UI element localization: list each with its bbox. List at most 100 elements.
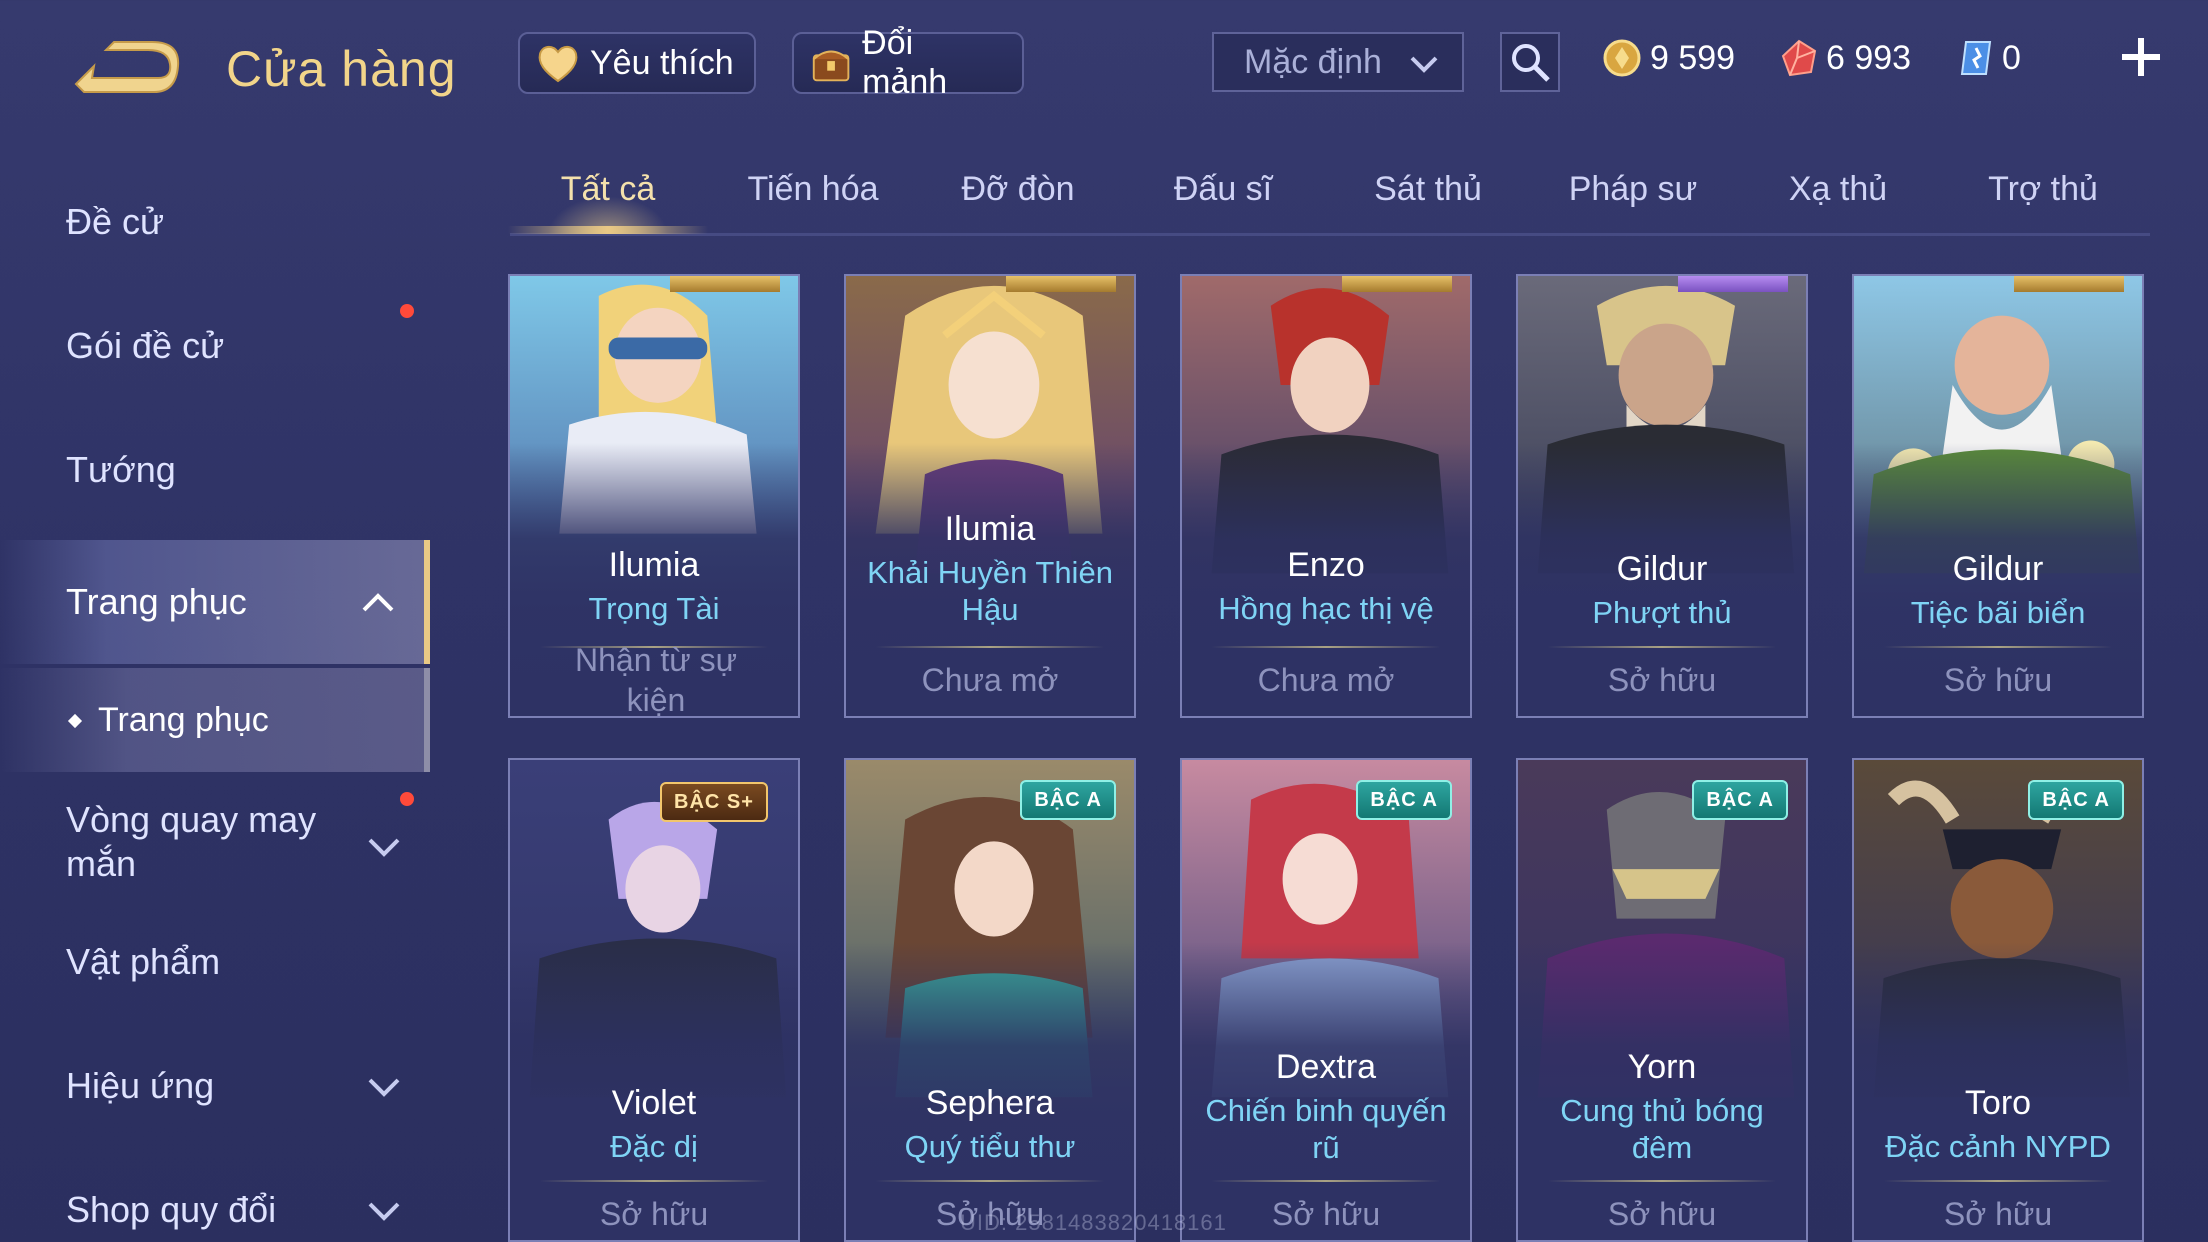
- sidebar-item-label: Vòng quay may mắn: [66, 799, 317, 884]
- hero-name: Gildur: [1952, 550, 2044, 588]
- hero-name: Yorn: [1627, 1048, 1697, 1086]
- skin-name: Khải Huyền Thiên Hậu: [867, 555, 1113, 627]
- tab-marksman[interactable]: Xạ thủ: [1740, 170, 1936, 230]
- gold-currency: 9 599: [1602, 34, 1735, 82]
- sidebar-item-lucky-wheel[interactable]: Vòng quay may mắn: [0, 772, 430, 912]
- search-icon: [1512, 44, 1550, 82]
- tab-fighter[interactable]: Đấu sĩ: [1125, 170, 1321, 230]
- sidebar-item-effects[interactable]: Hiệu ứng: [0, 1024, 430, 1148]
- chevron-down-icon: [1410, 56, 1438, 73]
- voucher-icon: [1960, 41, 1992, 75]
- skin-name: Chiến binh quyến rũ: [1205, 1093, 1447, 1165]
- sidebar-item-label: Đề cử: [66, 201, 165, 242]
- sort-dropdown[interactable]: Mặc định: [1212, 32, 1464, 92]
- ownership-status: Sở hữu: [1607, 662, 1717, 698]
- sidebar-item-label: Tướng: [66, 449, 176, 490]
- top-bar: Cửa hàng Yêu thích Đổi mảnh Mặc định 9 5…: [0, 0, 2208, 130]
- event-ribbon: [1678, 276, 1788, 292]
- tab-evolution[interactable]: Tiến hóa: [715, 170, 911, 230]
- add-currency-plus-icon[interactable]: [2116, 32, 2166, 82]
- search-button[interactable]: [1500, 32, 1560, 92]
- tier-badge: BẬC A: [1020, 780, 1116, 820]
- ruby-amount: 6 993: [1826, 38, 1912, 77]
- sidebar-item-items[interactable]: Vật phẩm: [0, 900, 430, 1024]
- page-title: Cửa hàng: [226, 41, 457, 97]
- tab-assassin[interactable]: Sát thủ: [1330, 170, 1526, 230]
- uid-watermark: UID: 2581483820418161: [960, 1210, 1227, 1235]
- treasure-chest-icon: [812, 50, 850, 82]
- tier-badge: BẬC A: [1356, 780, 1452, 820]
- skin-card[interactable]: Enzo Hồng hạc thị vệ Chưa mở: [1180, 274, 1472, 718]
- event-ribbon: [1342, 276, 1452, 292]
- diamond-bullet-icon: [67, 713, 83, 729]
- ownership-status: Sở hữu: [1943, 1196, 2053, 1232]
- skin-card[interactable]: BẬC A Yorn Cung thủ bóng đêm Sở hữu: [1516, 758, 1808, 1242]
- ownership-status: Chưa mở: [921, 662, 1059, 698]
- skin-name: Phượt thủ: [1592, 595, 1732, 630]
- sidebar-subitem-skins[interactable]: Trang phục: [0, 668, 430, 772]
- skin-card[interactable]: Gildur Phượt thủ Sở hữu: [1516, 274, 1808, 718]
- tier-badge: BẬC S+: [660, 782, 768, 822]
- sidebar-item-heroes[interactable]: Tướng: [0, 408, 430, 532]
- hero-name: Ilumia: [608, 546, 700, 584]
- chevron-down-icon: [368, 838, 400, 857]
- card-divider: [1212, 646, 1440, 648]
- sidebar-item-skins[interactable]: Trang phục: [0, 540, 430, 664]
- skin-card[interactable]: BẬC A Dextra Chiến binh quyến rũ Sở hữu: [1180, 758, 1472, 1242]
- skin-name: Đặc dị: [610, 1129, 698, 1164]
- sidebar-item-label: Hiệu ứng: [66, 1065, 215, 1106]
- tab-tank[interactable]: Đỡ đòn: [920, 170, 1116, 230]
- voucher-amount: 0: [2002, 38, 2021, 77]
- card-divider: [1884, 646, 2112, 648]
- skin-name: Cung thủ bóng đêm: [1560, 1093, 1764, 1165]
- notification-dot: [400, 792, 414, 806]
- tab-support[interactable]: Trợ thủ: [1945, 170, 2141, 230]
- sidebar-item-exchange-shop[interactable]: Shop quy đổi: [0, 1148, 430, 1242]
- gold-coin-icon: [1603, 39, 1641, 77]
- favorite-button[interactable]: Yêu thích: [518, 32, 756, 94]
- ownership-status: Nhận từ sự kiện: [574, 642, 737, 718]
- card-divider: [1212, 1180, 1440, 1182]
- hero-name: Enzo: [1287, 546, 1365, 584]
- back-arrow-icon[interactable]: [62, 36, 180, 106]
- sidebar-item-label: Vật phẩm: [66, 941, 221, 982]
- chevron-down-icon: [368, 1202, 400, 1221]
- ruby-icon: [1781, 39, 1817, 77]
- skin-name: Trọng Tài: [588, 591, 720, 626]
- hero-name: Toro: [1964, 1084, 2032, 1122]
- skin-card[interactable]: BẬC A Sephera Quý tiểu thư Sở hữu: [844, 758, 1136, 1242]
- chevron-down-icon: [368, 1078, 400, 1097]
- exchange-shards-button[interactable]: Đổi mảnh: [792, 24, 1024, 101]
- hero-name: Gildur: [1616, 550, 1708, 588]
- exchange-label: Đổi mảnh: [862, 24, 948, 101]
- active-tab-underline: [508, 226, 708, 234]
- card-divider: [876, 646, 1104, 648]
- ownership-status: Sở hữu: [1943, 662, 2053, 698]
- event-ribbon: [2014, 276, 2124, 292]
- skin-name: Đặc cảnh NYPD: [1885, 1129, 2111, 1164]
- ruby-currency: 6 993: [1780, 34, 1911, 82]
- sidebar-item-featured-bundles[interactable]: Gói đề cử: [0, 284, 430, 408]
- tab-mage[interactable]: Pháp sư: [1535, 170, 1731, 230]
- hero-name: Ilumia: [944, 510, 1036, 548]
- category-tabs: Tất cả Tiến hóa Đỡ đòn Đấu sĩ Sát thủ Ph…: [510, 160, 2150, 236]
- skin-card[interactable]: Ilumia Khải Huyền Thiên Hậu Chưa mở: [844, 274, 1136, 718]
- skin-card[interactable]: BẬC A Toro Đặc cảnh NYPD Sở hữu: [1852, 758, 2144, 1242]
- skin-card[interactable]: Gildur Tiệc bãi biển Sở hữu: [1852, 274, 2144, 718]
- favorite-label: Yêu thích: [590, 43, 734, 82]
- card-divider: [540, 1180, 768, 1182]
- ownership-status: Sở hữu: [599, 1196, 709, 1232]
- skin-name: Quý tiểu thư: [904, 1129, 1076, 1164]
- voucher-currency: 0: [1958, 34, 2021, 82]
- tier-badge: BẬC A: [1692, 780, 1788, 820]
- sidebar-item-featured[interactable]: Đề cử: [0, 160, 430, 284]
- skin-name: Hồng hạc thị vệ: [1218, 591, 1434, 626]
- hero-name: Violet: [611, 1084, 697, 1122]
- notification-dot: [400, 304, 414, 318]
- card-divider: [876, 1180, 1104, 1182]
- skin-card[interactable]: Ilumia Trọng Tài Nhận từ sự kiện: [508, 274, 800, 718]
- skin-card[interactable]: BẬC S+ Violet Đặc dị Sở hữu: [508, 758, 800, 1242]
- gold-amount: 9 599: [1650, 38, 1736, 77]
- sidebar-subitem-label: Trang phục: [98, 700, 269, 739]
- chevron-up-icon: [362, 593, 394, 612]
